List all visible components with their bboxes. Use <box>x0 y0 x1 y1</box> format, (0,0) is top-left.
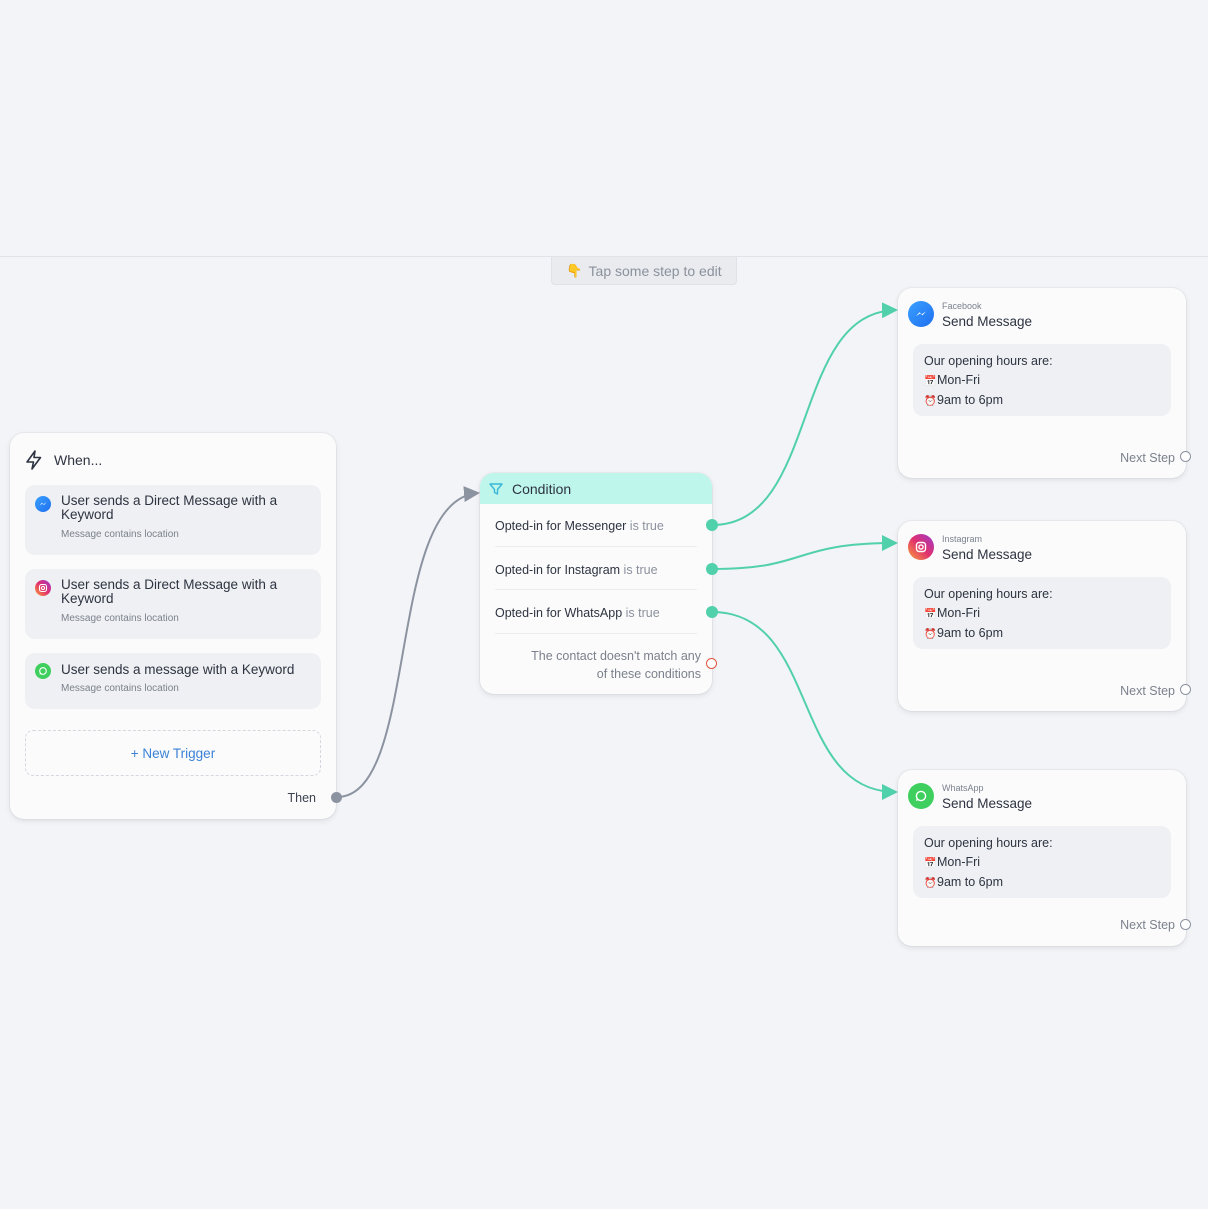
message-line: 9am to 6pm <box>937 393 1004 407</box>
calendar-icon: 📅 <box>924 608 937 620</box>
condition-row-messenger[interactable]: Opted-in for Messenger is true <box>495 519 697 533</box>
divider <box>495 633 697 634</box>
connector-messenger-to-facebook <box>711 302 898 526</box>
condition-header: Condition <box>480 473 712 504</box>
message-line: 9am to 6pm <box>937 875 1004 889</box>
trigger-item-title: User sends a Direct Message with a Keywo… <box>61 493 278 522</box>
trigger-title: When... <box>54 452 103 468</box>
message-line: Our opening hours are: <box>924 354 1053 368</box>
condition-label: Opted-in for Instagram <box>495 563 621 577</box>
trigger-item-messenger[interactable]: User sends a Direct Message with a Keywo… <box>25 485 321 555</box>
next-step-port[interactable] <box>1180 451 1191 462</box>
send-message-card-facebook[interactable]: Facebook Send Message Our opening hours … <box>898 288 1191 478</box>
message-line: Our opening hours are: <box>924 836 1053 850</box>
next-step-label: Next Step <box>1120 918 1175 932</box>
message-bubble: Our opening hours are: 📅Mon-Fri ⏰9am to … <box>913 577 1171 649</box>
platform-label: Facebook <box>942 301 982 311</box>
edit-hint: 👇 Tap some step to edit <box>551 257 737 285</box>
platform-label: WhatsApp <box>942 783 984 793</box>
condition-else-text: The contact doesn't match any of these c… <box>495 647 701 683</box>
pointing-hand-icon: 👇 <box>566 262 583 278</box>
platform-label: Instagram <box>942 534 983 544</box>
trigger-item-whatsapp[interactable]: User sends a message with a Keyword Mess… <box>25 653 321 709</box>
calendar-icon: 📅 <box>924 857 937 869</box>
condition-card[interactable]: Condition Opted-in for Messenger is true… <box>480 473 718 694</box>
trigger-card[interactable]: When... User sends a Direct Message with… <box>10 433 342 819</box>
send-message-card-whatsapp[interactable]: WhatsApp Send Message Our opening hours … <box>898 770 1191 946</box>
messenger-output-port[interactable] <box>706 519 718 531</box>
new-trigger-button[interactable]: + New Trigger <box>25 730 321 776</box>
whatsapp-output-port[interactable] <box>706 606 718 618</box>
trigger-item-title: User sends a Direct Message with a Keywo… <box>61 577 278 606</box>
instagram-icon <box>908 534 934 560</box>
message-bubble: Our opening hours are: 📅Mon-Fri ⏰9am to … <box>913 826 1171 898</box>
condition-row-instagram[interactable]: Opted-in for Instagram is true <box>495 563 697 577</box>
then-label: Then <box>287 791 317 805</box>
instagram-output-port[interactable] <box>706 563 718 575</box>
lightning-icon <box>26 450 42 470</box>
message-title: Send Message <box>942 796 1033 811</box>
message-line: Mon-Fri <box>937 854 981 869</box>
edit-hint-text: Tap some step to edit <box>588 262 722 279</box>
else-output-port[interactable] <box>706 658 717 669</box>
instagram-icon <box>35 580 51 596</box>
trigger-item-subtitle: Message contains location <box>61 613 179 624</box>
connector-whatsapp-to-whatsapp <box>711 611 898 800</box>
trigger-item-subtitle: Message contains location <box>61 683 179 694</box>
condition-label: Opted-in for Messenger <box>495 519 627 533</box>
condition-label: Opted-in for WhatsApp <box>495 606 623 620</box>
condition-else-line: of these conditions <box>596 667 701 681</box>
divider <box>495 546 697 547</box>
trigger-header: When... <box>24 450 102 470</box>
message-line: Our opening hours are: <box>924 587 1053 601</box>
condition-else-line: The contact doesn't match any <box>531 649 701 663</box>
condition-state: is true <box>629 519 664 533</box>
next-step-label: Next Step <box>1120 684 1175 698</box>
next-step-port[interactable] <box>1180 684 1191 695</box>
alarm-clock-icon: ⏰ <box>924 396 937 407</box>
trigger-item-title: User sends a message with a Keyword <box>61 662 295 677</box>
message-title: Send Message <box>942 547 1033 562</box>
message-line: Mon-Fri <box>937 372 981 387</box>
next-step-label: Next Step <box>1120 451 1175 465</box>
send-message-card-instagram[interactable]: Instagram Send Message Our opening hours… <box>898 521 1191 711</box>
message-bubble: Our opening hours are: 📅Mon-Fri ⏰9am to … <box>913 344 1171 416</box>
then-output-port[interactable] <box>331 792 342 803</box>
messenger-icon <box>908 301 934 327</box>
trigger-item-instagram[interactable]: User sends a Direct Message with a Keywo… <box>25 569 321 639</box>
calendar-icon: 📅 <box>924 375 937 387</box>
condition-state: is true <box>623 563 658 577</box>
connector-instagram-to-instagram <box>711 535 898 570</box>
message-line: Mon-Fri <box>937 605 981 620</box>
alarm-clock-icon: ⏰ <box>924 629 937 640</box>
trigger-item-subtitle: Message contains location <box>61 529 179 540</box>
message-title: Send Message <box>942 314 1033 329</box>
whatsapp-icon <box>35 663 51 679</box>
divider <box>495 589 697 590</box>
next-step-port[interactable] <box>1180 919 1191 930</box>
whatsapp-icon <box>908 783 934 809</box>
condition-title: Condition <box>512 480 572 497</box>
alarm-clock-icon: ⏰ <box>924 878 937 889</box>
condition-state: is true <box>625 606 660 620</box>
connector-trigger-to-condition <box>336 486 480 798</box>
filter-icon <box>489 482 503 495</box>
condition-row-whatsapp[interactable]: Opted-in for WhatsApp is true <box>495 606 697 620</box>
message-line: 9am to 6pm <box>937 626 1004 640</box>
messenger-icon <box>35 496 51 512</box>
